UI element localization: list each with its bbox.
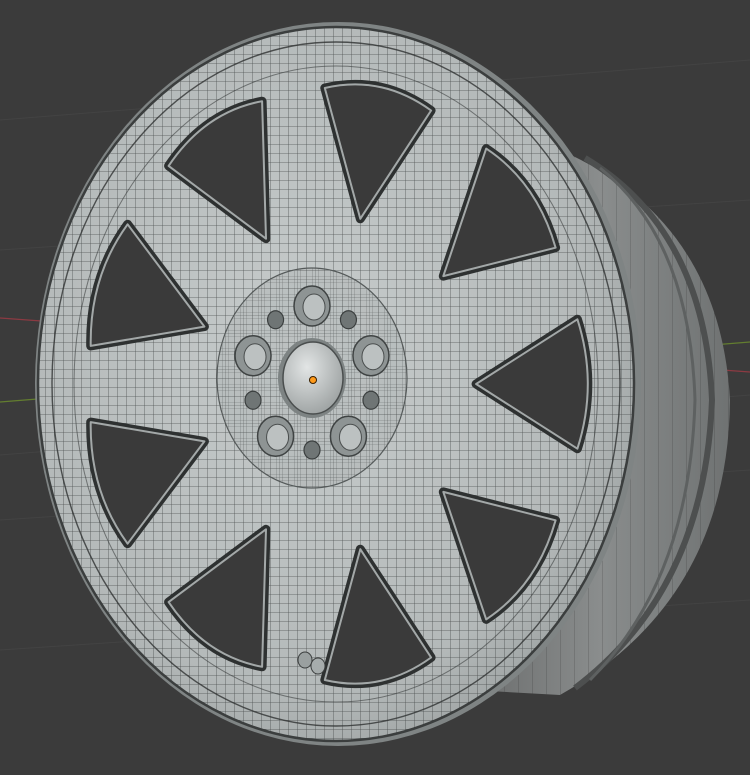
object-origin-dot[interactable]: [309, 376, 317, 384]
bolt-hole: [266, 310, 285, 330]
bolt-hole: [303, 440, 321, 460]
lug-hole-inner: [243, 343, 267, 371]
3d-viewport[interactable]: [0, 0, 750, 775]
lug-hole-inner: [302, 293, 326, 321]
lug-hole-inner: [361, 343, 385, 371]
bolt-hole: [362, 390, 380, 410]
lug-hole-inner: [338, 423, 362, 451]
lug-hole-inner: [266, 423, 290, 451]
bolt-hole: [244, 390, 262, 410]
bolt-hole: [339, 310, 358, 330]
viewport-canvas[interactable]: [0, 0, 750, 775]
